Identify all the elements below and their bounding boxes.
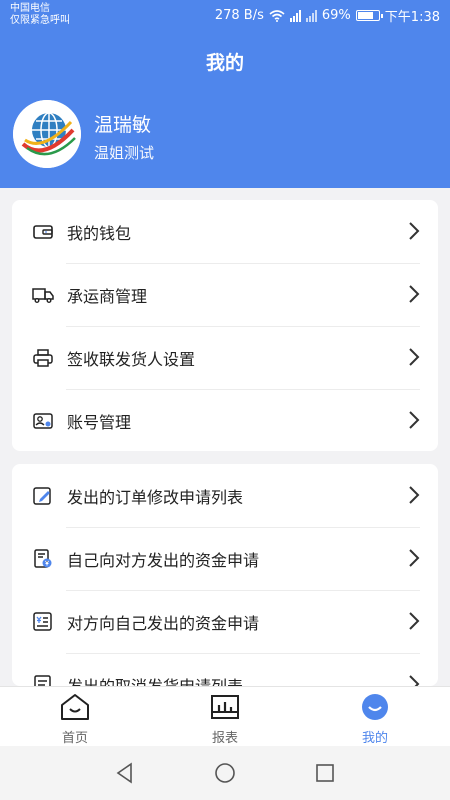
menu-item-label: 对方向自己发出的资金申请 — [67, 613, 260, 633]
list-yen-icon — [32, 611, 54, 633]
menu-item-label: 发出的订单修改申请列表 — [67, 487, 244, 507]
user-subtitle: 温姐测试 — [94, 144, 155, 162]
carrier-name: 中国电信 — [10, 3, 50, 14]
battery-icon — [355, 10, 383, 21]
network-speed: 278 B/s — [214, 8, 264, 23]
tab-profile[interactable]: 我的 — [300, 687, 450, 747]
menu-item-wallet[interactable]: 我的钱包 — [12, 200, 438, 263]
menu-item-consignor-settings[interactable]: 签收联发货人设置 — [12, 326, 438, 389]
menu-card-applications: 发出的订单修改申请列表 自己向对方发出的资金申请 对方向自己发出的资金申请 发出… — [12, 464, 438, 686]
status-indicators: 278 B/s 69% 下午1:38 — [215, 6, 440, 25]
signal-icon-2 — [305, 9, 317, 22]
emergency-text: 仅限紧急呼叫 — [10, 15, 70, 26]
menu-item-label: 自己向对方发出的资金申请 — [67, 550, 260, 570]
chevron-right-icon — [409, 285, 420, 303]
header: 中国电信 仅限紧急呼叫 278 B/s 69% 下午1:38 我的 温瑞敏 温姐… — [0, 0, 450, 188]
tab-label: 首页 — [61, 731, 88, 746]
globe-logo-icon — [13, 100, 81, 168]
tab-report[interactable]: 报表 — [150, 687, 300, 747]
menu-item-carrier-management[interactable]: 承运商管理 — [12, 263, 438, 326]
menu-item-label: 我的钱包 — [67, 223, 132, 243]
chevron-right-icon — [409, 348, 420, 366]
status-bar: 中国电信 仅限紧急呼叫 278 B/s 69% 下午1:38 — [0, 0, 450, 30]
wallet-icon — [32, 221, 54, 243]
menu-item-order-modify-requests[interactable]: 发出的订单修改申请列表 — [12, 464, 438, 527]
avatar[interactable] — [13, 100, 81, 168]
chevron-right-icon — [409, 612, 420, 630]
user-name: 温瑞敏 — [94, 114, 152, 136]
signal-icon — [289, 9, 301, 22]
chevron-right-icon — [409, 549, 420, 567]
report-icon — [211, 695, 239, 719]
document-icon — [32, 674, 54, 686]
document-yen-icon — [32, 548, 54, 570]
profile-icon — [362, 694, 388, 720]
menu-item-account-management[interactable]: 账号管理 — [12, 389, 438, 451]
truck-icon — [32, 284, 54, 306]
chevron-right-icon — [409, 675, 420, 686]
menu-item-received-fund-requests[interactable]: 对方向自己发出的资金申请 — [12, 590, 438, 653]
tab-label: 报表 — [211, 731, 238, 746]
home-nav-icon[interactable] — [213, 761, 237, 785]
menu-item-cancel-shipment-requests[interactable]: 发出的取消发货申请列表 — [12, 653, 438, 686]
recents-icon[interactable] — [313, 761, 337, 785]
battery-percent: 69% — [321, 8, 351, 23]
back-icon[interactable] — [113, 761, 137, 785]
carrier-info: 中国电信 仅限紧急呼叫 — [10, 3, 70, 27]
chevron-right-icon — [409, 222, 420, 240]
menu-item-label: 签收联发货人设置 — [67, 349, 196, 369]
menu-item-label: 承运商管理 — [67, 286, 148, 306]
chevron-right-icon — [409, 411, 420, 429]
menu-item-sent-fund-requests[interactable]: 自己向对方发出的资金申请 — [12, 527, 438, 590]
menu-item-label: 账号管理 — [67, 412, 132, 432]
menu-card-account: 我的钱包 承运商管理 签收联发货人设置 账号管理 — [12, 200, 438, 451]
tab-label: 我的 — [361, 731, 388, 746]
edit-icon — [32, 485, 54, 507]
chevron-right-icon — [409, 486, 420, 504]
system-nav-bar — [0, 746, 450, 800]
tab-home[interactable]: 首页 — [0, 687, 150, 747]
home-icon — [61, 694, 89, 720]
printer-icon — [32, 347, 54, 369]
page-title: 我的 — [205, 52, 244, 74]
account-card-icon — [32, 410, 54, 432]
tab-bar: 首页 报表 我的 — [0, 686, 450, 746]
wifi-icon — [269, 9, 285, 22]
menu-item-label: 发出的取消发货申请列表 — [67, 676, 244, 687]
clock: 下午1:38 — [384, 10, 440, 25]
